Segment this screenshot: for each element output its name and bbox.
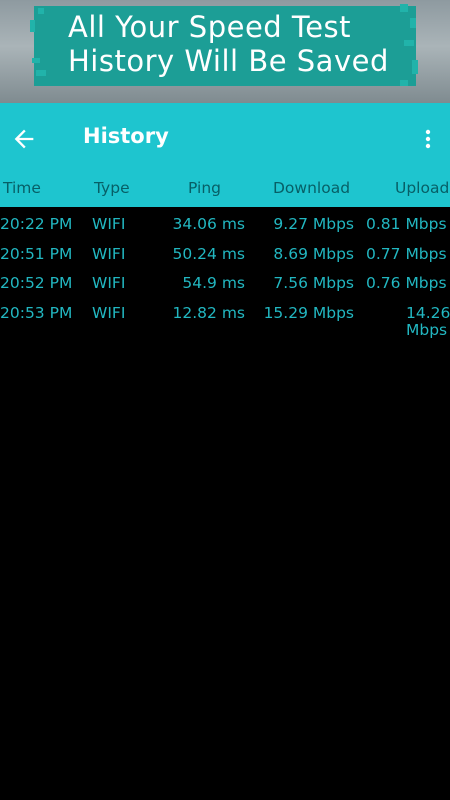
banner-decoration: [36, 70, 46, 76]
cell-upload: 0.77 Mbps: [366, 245, 447, 263]
cell-upload: 0.81 Mbps: [366, 215, 447, 233]
cell-ping: 12.82 ms: [172, 304, 245, 322]
column-header-download: Download: [273, 179, 351, 197]
banner-decoration: [30, 20, 35, 32]
banner-decoration: [400, 80, 408, 86]
table-row: 20:52 PM WIFI 54.9 ms 7.56 Mbps 0.76 Mbp…: [0, 274, 450, 304]
cell-upload-unit: Mbps: [406, 321, 448, 339]
cell-time: 20:53 PM: [0, 304, 73, 322]
banner-decoration: [32, 58, 40, 63]
banner-line-1: All Your Speed Test: [68, 10, 352, 44]
cell-time: 20:51 PM: [0, 245, 73, 263]
promo-banner: All Your Speed Test History Will Be Save…: [0, 0, 450, 103]
page-title: History: [83, 124, 169, 148]
cell-download: 15.29 Mbps: [263, 304, 354, 322]
arrow-back-icon[interactable]: [10, 125, 38, 153]
cell-download: 8.69 Mbps: [273, 245, 354, 263]
column-header-ping: Ping: [188, 179, 221, 197]
cell-upload: 0.76 Mbps: [366, 274, 447, 292]
cell-ping: 54.9 ms: [182, 274, 245, 292]
cell-type: WIFI: [92, 304, 126, 322]
cell-type: WIFI: [92, 215, 126, 233]
cell-type: WIFI: [92, 274, 126, 292]
cell-time: 20:52 PM: [0, 274, 73, 292]
cell-download: 9.27 Mbps: [273, 215, 354, 233]
cell-type: WIFI: [92, 245, 126, 263]
banner-line-2: History Will Be Saved: [68, 44, 389, 78]
column-header-upload: Upload: [395, 179, 450, 197]
column-header-type: Type: [94, 179, 130, 197]
cell-upload-value: 14.26: [406, 304, 450, 322]
table-row: 20:22 PM WIFI 34.06 ms 9.27 Mbps 0.81 Mb…: [0, 215, 450, 245]
cell-time: 20:22 PM: [0, 215, 73, 233]
cell-upload: 14.26 Mbps: [406, 305, 450, 339]
table-header: Time Type Ping Download Upload: [0, 173, 450, 207]
table-row: 20:51 PM WIFI 50.24 ms 8.69 Mbps 0.77 Mb…: [0, 245, 450, 275]
banner-decoration: [38, 8, 44, 14]
cell-ping: 50.24 ms: [172, 245, 245, 263]
table-row: 20:53 PM WIFI 12.82 ms 15.29 Mbps 14.26 …: [0, 304, 450, 344]
column-header-time: Time: [3, 179, 41, 197]
banner-headline: All Your Speed Test History Will Be Save…: [68, 10, 428, 78]
cell-download: 7.56 Mbps: [273, 274, 354, 292]
cell-ping: 34.06 ms: [172, 215, 245, 233]
more-vert-icon[interactable]: [418, 127, 438, 151]
app-bar: History: [0, 103, 450, 173]
